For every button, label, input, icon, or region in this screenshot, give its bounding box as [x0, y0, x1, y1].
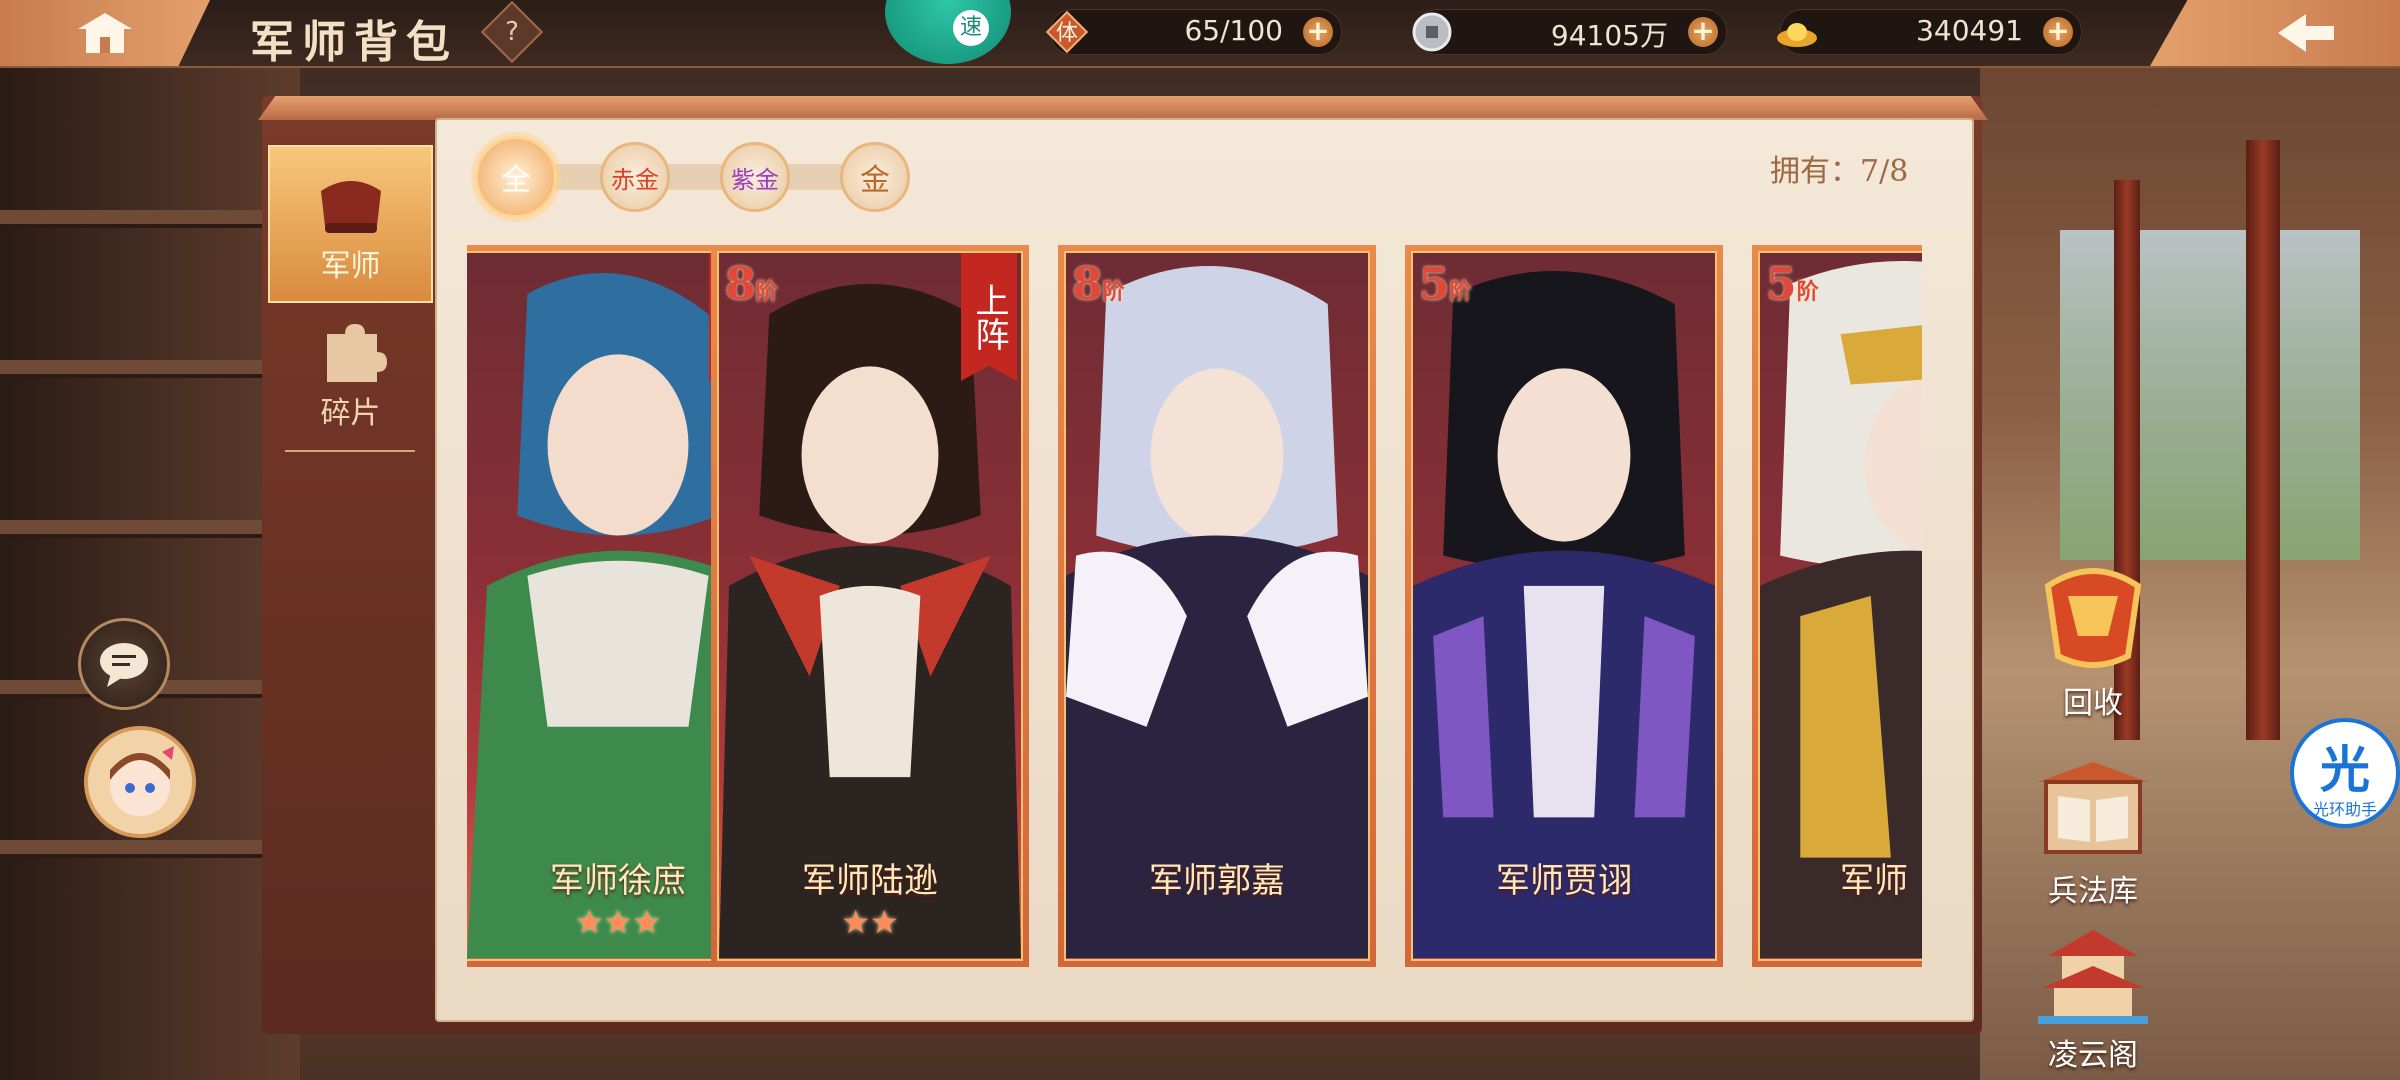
assistant-icon: 光 [2320, 741, 2370, 799]
assistant-button[interactable]: 光 光环助手 [2290, 718, 2400, 828]
owned-count: 拥有：7/8 [1770, 154, 1909, 189]
filter-all[interactable]: 全 [475, 136, 557, 218]
puzzle-icon [326, 324, 387, 382]
tier-badge: 5阶 [1419, 259, 1472, 310]
art-of-war-button[interactable]: 兵法库 [2018, 752, 2168, 910]
star-rating: ★★ [841, 903, 899, 941]
svg-text:体: 体 [1056, 21, 1078, 46]
stamina-value: 65/100 [1184, 14, 1283, 47]
back-button[interactable] [2150, 0, 2400, 66]
stamina-plus-button[interactable]: + [1303, 17, 1333, 47]
back-arrow-icon [2278, 14, 2334, 52]
home-button[interactable] [0, 0, 210, 66]
tier-badge: 8阶 [1072, 259, 1125, 310]
tab-strategist-label: 军师 [320, 249, 381, 284]
card-partial[interactable]: 5阶 军师 [1752, 245, 1922, 967]
recycle-button[interactable]: 回收 [2018, 556, 2168, 722]
copper-value: 94105万 [1550, 19, 1668, 52]
chat-icon [100, 643, 148, 687]
tier-badge: 5阶 [1766, 259, 1819, 310]
stamina-icon: 体 [1045, 10, 1089, 54]
filter-red-gold[interactable]: 赤金 [600, 142, 670, 212]
deployed-badge: 上阵 [961, 253, 1017, 381]
top-bar: 军师背包 ? 速 体 65/100 + 94105万 + 340491 + [0, 0, 2400, 68]
copper-resource: 94105万 + [1412, 9, 1727, 55]
avatar-icon [110, 746, 174, 816]
recycle-icon [2044, 568, 2142, 668]
lingyun-pavilion-button[interactable]: 凌云阁 [2018, 926, 2168, 1074]
page-title: 军师背包 [250, 17, 458, 68]
ingot-value: 340491 [1916, 14, 2023, 47]
hat-icon [320, 181, 381, 233]
avatar-button[interactable] [84, 726, 196, 838]
card-lu-xun[interactable]: 8阶 上阵 军师陆逊 ★★ [711, 245, 1029, 967]
background-bookshelf [0, 60, 300, 1080]
speed-badge[interactable]: 速 [885, 0, 1011, 64]
stamina-resource: 体 65/100 + [1045, 9, 1342, 55]
ingot-resource: 340491 + [1777, 9, 2082, 55]
card-name: 军师郭嘉 [1149, 861, 1285, 901]
book-icon [2038, 762, 2148, 854]
quality-filters: 全 赤金 紫金 金 [475, 136, 915, 218]
card-jia-xu[interactable]: 5阶 军师贾诩 [1405, 245, 1723, 967]
chat-button[interactable] [78, 618, 170, 710]
pavilion-icon [2038, 930, 2148, 1024]
help-icon: ? [505, 17, 519, 47]
filter-track [505, 164, 885, 190]
card-name: 军师陆逊 [802, 861, 938, 901]
card-frame: 8阶 军师郭嘉 [1064, 251, 1370, 961]
card-frame: 5阶 军师贾诩 [1411, 251, 1717, 961]
card-name: 军师 [1840, 861, 1908, 901]
ingot-plus-button[interactable]: + [2043, 17, 2073, 47]
home-icon [78, 13, 132, 53]
help-button[interactable]: ? [480, 0, 544, 64]
tab-fragments[interactable]: 碎片 [268, 290, 433, 448]
filter-purple-gold[interactable]: 紫金 [720, 142, 790, 212]
lingyun-pavilion-label: 凌云阁 [2048, 1038, 2138, 1073]
card-name: 军师贾诩 [1496, 861, 1632, 901]
art-of-war-label: 兵法库 [2048, 874, 2138, 909]
ingot-icon [1777, 23, 1817, 47]
card-frame: 5阶 军师 [1758, 251, 1922, 961]
coin-icon [1412, 12, 1452, 52]
recycle-label: 回收 [2063, 686, 2123, 721]
panel-roof [258, 96, 1988, 120]
tab-fragments-label: 碎片 [320, 396, 381, 431]
speed-label: 速 [953, 10, 989, 46]
card-frame: 8阶 上阵 军师陆逊 ★★ [717, 251, 1023, 961]
tier-badge: 8阶 [725, 259, 778, 310]
card-guo-jia[interactable]: 8阶 军师郭嘉 [1058, 245, 1376, 967]
filter-gold[interactable]: 金 [840, 142, 910, 212]
assistant-label: 光环助手 [2312, 800, 2377, 819]
copper-plus-button[interactable]: + [1688, 17, 1718, 47]
sidebar-divider [285, 450, 415, 452]
tab-strategist[interactable]: 军师 [268, 145, 433, 303]
card-list: 上阵 军师徐庶 ★★★ 8阶 上阵 军师陆逊 ★★ [467, 245, 1922, 967]
